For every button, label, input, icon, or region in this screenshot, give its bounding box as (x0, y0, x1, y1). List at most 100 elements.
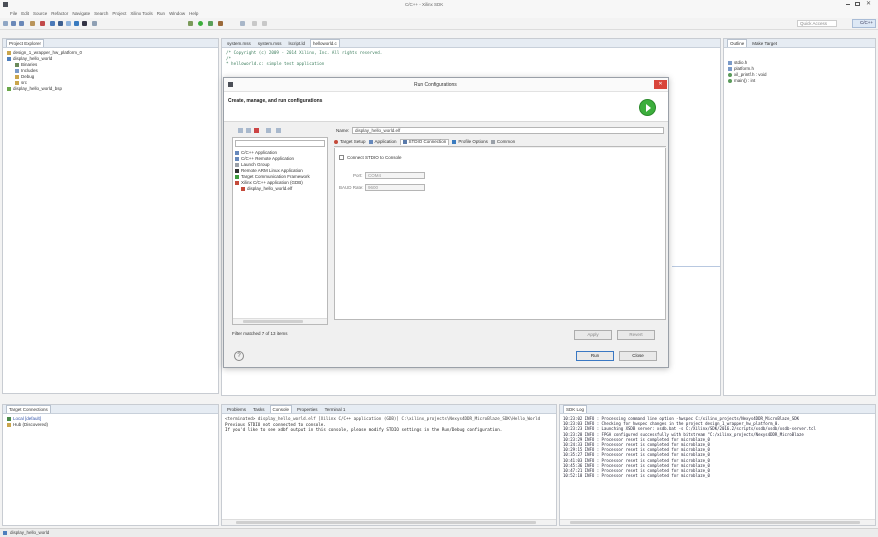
scrollbar-thumb[interactable] (236, 521, 536, 524)
tab-profile-options[interactable]: Profile Options (452, 139, 488, 145)
filter-config-icon[interactable] (266, 128, 271, 133)
settings-icon[interactable] (92, 21, 97, 26)
menu-run[interactable]: Run (157, 11, 165, 16)
baud-rate-select[interactable]: 9600 (365, 184, 425, 191)
quick-access-input[interactable]: Quick Access (797, 20, 837, 27)
tab-properties[interactable]: Properties (295, 407, 320, 412)
build-icon[interactable] (30, 21, 35, 26)
repo-icon[interactable] (66, 21, 71, 26)
menu-source[interactable]: Source (33, 11, 47, 16)
navigate-back-icon[interactable] (252, 21, 257, 26)
maximize-button[interactable] (855, 2, 860, 6)
config-name-input[interactable]: display_hello_world.elf (352, 127, 664, 134)
connect-stdio-checkbox[interactable] (339, 155, 344, 160)
status-text: display_hello_world (10, 530, 50, 535)
tab-system-mss-2[interactable]: system.mss (256, 41, 284, 46)
tab-lscript[interactable]: lscript.ld (287, 41, 308, 46)
tab-console[interactable]: Console (269, 405, 293, 413)
dialog-heading: Create, manage, and run configurations (228, 98, 323, 104)
outline-tabs: Outline Make Target (724, 39, 875, 48)
tab-problems[interactable]: Problems (225, 407, 248, 412)
new-config-icon[interactable] (238, 128, 243, 133)
program-fpga-icon[interactable] (40, 21, 45, 26)
menu-help[interactable]: Help (189, 11, 198, 16)
launch-group-icon (235, 163, 239, 167)
tab-target-connections[interactable]: Target Connections (6, 405, 51, 413)
tab-sdk-log[interactable]: SDK Log (563, 405, 588, 413)
tab-helloworld-c[interactable]: helloworld.c (310, 39, 340, 47)
external-tools-icon[interactable] (218, 21, 223, 26)
config-tabs: Target Setup Application STDIO Connectio… (334, 137, 666, 147)
scrollbar-thumb[interactable] (570, 521, 860, 524)
tab-common[interactable]: Common (490, 139, 515, 145)
main-toolbar: Quick Access C/C++ (0, 18, 878, 30)
menu-window[interactable]: Window (169, 11, 185, 16)
scrollbar-thumb[interactable] (243, 320, 303, 323)
save-icon[interactable] (11, 21, 16, 26)
log-line: 10:52:18 INFO : Processor reset is compl… (563, 473, 710, 479)
close-button[interactable]: Close (619, 351, 657, 361)
outline-tree: stdio.h platform.h xil_printf.h : void m… (724, 48, 875, 86)
delete-config-icon[interactable] (254, 128, 259, 133)
sdk-log-panel: SDK Log 10:23:02 INFO : Processing comma… (559, 404, 876, 526)
minimize-button[interactable] (846, 4, 850, 5)
console-scrollbar[interactable] (222, 519, 556, 525)
layout-icon[interactable] (74, 21, 79, 26)
tab-terminal[interactable]: Terminal 1 (323, 407, 348, 412)
tab-project-explorer[interactable]: Project Explorer (6, 39, 45, 47)
dialog-close-button[interactable]: ✕ (654, 80, 667, 89)
search-icon[interactable] (240, 21, 245, 26)
target-connections-panel: Target Connections Local [default] Hub (… (2, 404, 219, 526)
close-window-button[interactable]: ✕ (866, 0, 871, 7)
menu-project[interactable]: Project (112, 11, 126, 16)
tree-item[interactable]: display_hello_world_bsp (7, 86, 214, 92)
navigate-forward-icon[interactable] (262, 21, 267, 26)
sdk-log-scrollbar[interactable] (560, 519, 875, 525)
menu-file[interactable]: File (10, 11, 17, 16)
connection-item[interactable]: Hub (Discovered) (7, 422, 214, 428)
project-tree: design_1_wrapper_hw_platform_0 display_h… (3, 48, 218, 94)
tab-target-setup[interactable]: Target Setup (334, 139, 366, 145)
menu-bar: File Edit Source Refactor Navigate Searc… (0, 9, 878, 18)
hw-manager-icon[interactable] (58, 21, 63, 26)
tab-tasks[interactable]: Tasks (251, 407, 267, 412)
tab-outline[interactable]: Outline (727, 39, 748, 47)
config-tree-scrollbar[interactable] (233, 318, 327, 324)
play-icon (646, 104, 651, 112)
collapse-all-icon[interactable] (276, 128, 281, 133)
help-icon[interactable]: ? (234, 351, 244, 361)
config-filter-input[interactable] (235, 140, 325, 147)
tab-stdio-connection[interactable]: STDIO Connection (399, 138, 450, 145)
debug-icon[interactable] (188, 21, 193, 26)
include-icon (728, 67, 732, 71)
config-instance-item[interactable]: display_hello_world.elf (235, 186, 310, 192)
terminal-icon[interactable] (82, 21, 87, 26)
apply-button[interactable]: Apply (574, 330, 612, 340)
profile-icon[interactable] (208, 21, 213, 26)
tab-make-target[interactable]: Make Target (750, 41, 779, 46)
editor-code[interactable]: /* Copyright (c) 2009 - 2014 Xilinx, Inc… (222, 48, 720, 69)
tab-application[interactable]: Application (368, 139, 397, 145)
menu-refactor[interactable]: Refactor (51, 11, 68, 16)
menu-search[interactable]: Search (94, 11, 108, 16)
new-icon[interactable] (3, 21, 8, 26)
save-all-icon[interactable] (19, 21, 24, 26)
menu-xilinx-tools[interactable]: Xilinx Tools (130, 11, 152, 16)
console-tabs: Problems Tasks Console Properties Termin… (222, 405, 556, 414)
folder-icon (15, 75, 19, 79)
config-tree: C/C++ Application C/C++ Remote Applicati… (235, 150, 310, 192)
console-output[interactable]: <terminated> display_hello_world.elf [Xi… (222, 414, 556, 435)
dialog-app-icon (228, 82, 233, 87)
outline-item[interactable]: main() : int (728, 78, 871, 84)
duplicate-config-icon[interactable] (246, 128, 251, 133)
menu-edit[interactable]: Edit (21, 11, 29, 16)
tab-system-mss[interactable]: system.mss (225, 41, 253, 46)
function-icon (728, 73, 732, 77)
run-icon[interactable] (198, 21, 203, 26)
xsdb-icon[interactable] (50, 21, 55, 26)
port-select[interactable]: COM4 (365, 172, 425, 179)
run-button[interactable]: Run (576, 351, 614, 361)
menu-navigate[interactable]: Navigate (72, 11, 90, 16)
sdk-log-output[interactable]: 10:23:02 INFO : Processing command line … (560, 414, 875, 480)
revert-button[interactable]: Revert (617, 330, 655, 340)
